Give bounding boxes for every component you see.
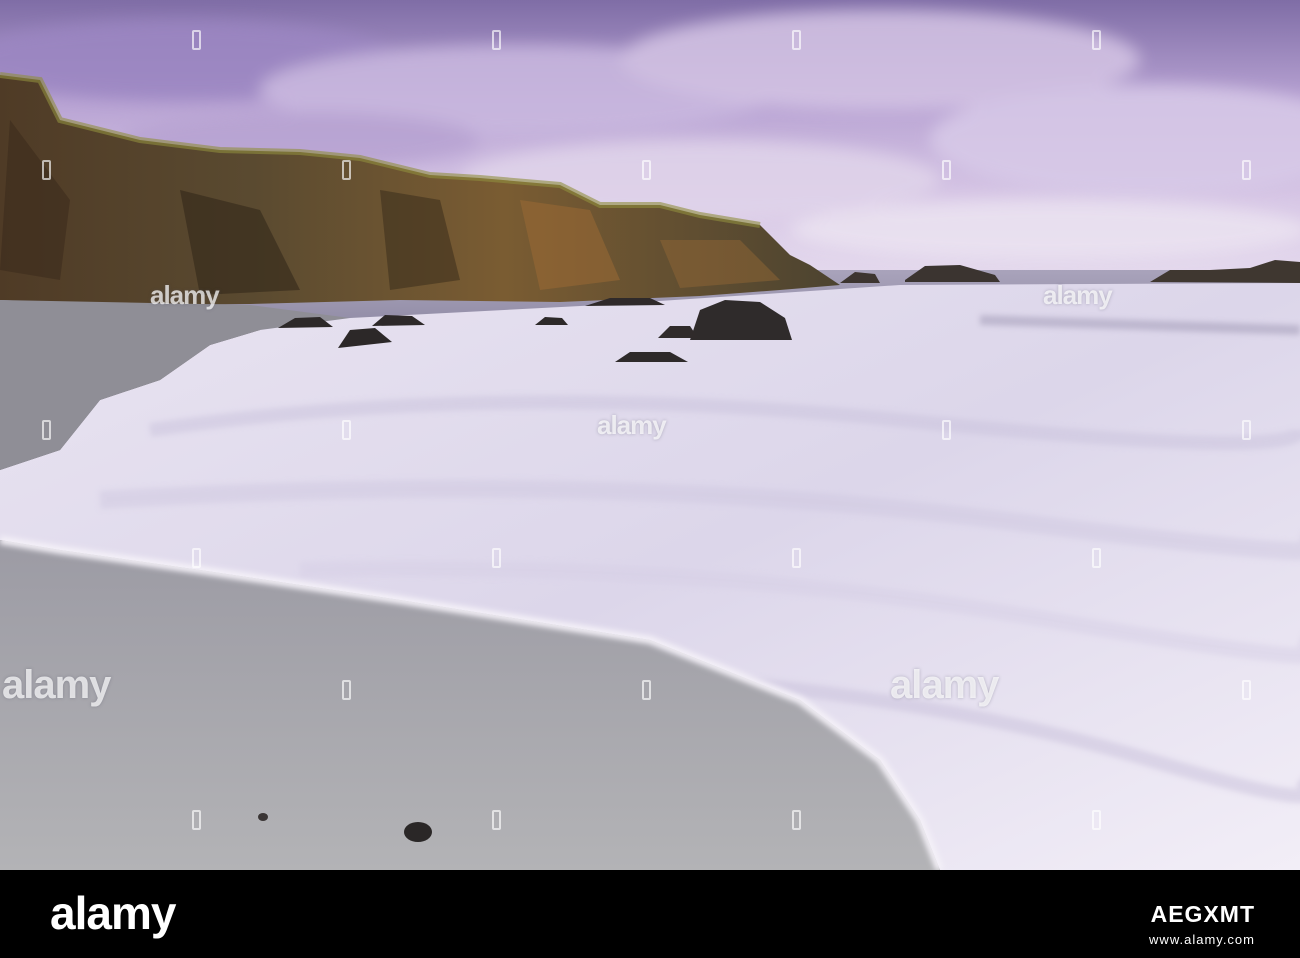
- watermark-mark: [342, 420, 351, 440]
- watermark-mark: [1092, 30, 1101, 50]
- watermark-mark: [792, 810, 801, 830]
- watermark-mark: [192, 810, 201, 830]
- footer-bar: alamy AEGXMT www.alamy.com: [0, 870, 1300, 958]
- coastal-beach-photo: [0, 0, 1300, 870]
- watermark-mark: [192, 548, 201, 568]
- footer-logo: alamy: [50, 887, 176, 939]
- watermark-mark: [42, 420, 51, 440]
- watermark-mark: [492, 810, 501, 830]
- watermark-mark: [492, 548, 501, 568]
- watermark-mark: [1242, 680, 1251, 700]
- watermark-mark: [792, 30, 801, 50]
- watermark-mark: [942, 160, 951, 180]
- watermark-mark: [1242, 160, 1251, 180]
- photo-page: alamy alamy alamy alamy alamy alamy AEGX…: [0, 0, 1300, 958]
- footer-url: www.alamy.com: [1149, 932, 1255, 947]
- watermark-mark: [42, 160, 51, 180]
- watermark-mark: [942, 420, 951, 440]
- watermark-mark: [342, 680, 351, 700]
- watermark-mark: [1092, 810, 1101, 830]
- watermark-mark: [642, 680, 651, 700]
- image-id-label: AEGXMT: [1150, 901, 1255, 927]
- watermark-mark: [1242, 420, 1251, 440]
- watermark-mark: [1092, 548, 1101, 568]
- watermark-mark: [192, 30, 201, 50]
- watermark-mark: [342, 160, 351, 180]
- watermark-mark: [792, 548, 801, 568]
- watermark-mark: [492, 30, 501, 50]
- watermark-mark: [642, 160, 651, 180]
